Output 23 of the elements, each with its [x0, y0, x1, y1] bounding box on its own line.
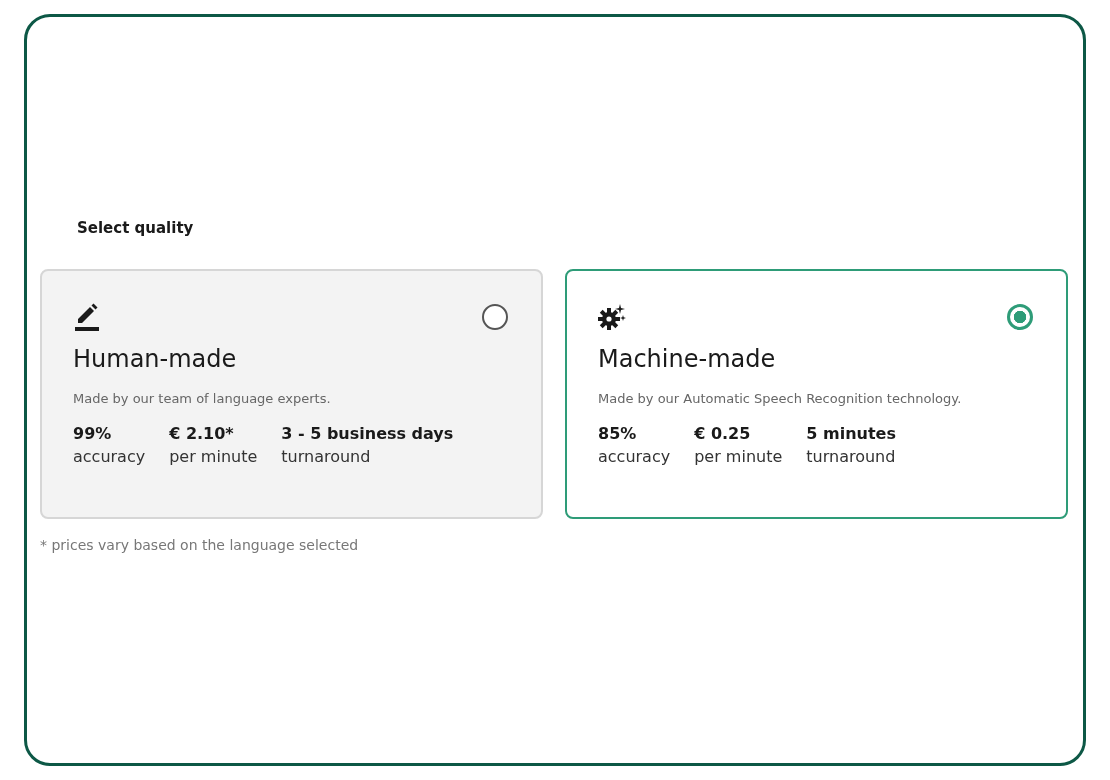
stat-value: 85% [598, 424, 638, 443]
option-description: Made by our team of language experts. [73, 391, 332, 406]
stat-label: turnaround [806, 447, 896, 466]
option-title: Machine-made [598, 345, 777, 373]
option-description: Made by our Automatic Speech Recognition technology. [598, 391, 963, 406]
section-heading: Select quality [77, 219, 195, 237]
stat-label: per minute [694, 447, 783, 466]
stat-label: accuracy [598, 447, 671, 466]
stat-value: 5 minutes [806, 424, 896, 443]
radio-button[interactable] [482, 304, 508, 330]
pencil-icon [73, 303, 101, 333]
stat-value: 3 - 5 business days [281, 424, 454, 443]
option-card[interactable]: Machine-made Made by our Automatic Speech Recognition technology. 85% accuracy € 0.25 per minute 5 minutes turnaround [565, 269, 1068, 519]
radio-button[interactable] [1007, 304, 1033, 330]
option-card[interactable]: Human-made Made by our team of language experts. 99% accuracy € 2.10* per minute 3 - 5 business days turnaround [40, 269, 543, 519]
footnote: * prices vary based on the language selected [40, 537, 360, 553]
stat-value: € 2.10* [169, 424, 235, 443]
stat-value: € 0.25 [694, 424, 752, 443]
stat-label: turnaround [281, 447, 372, 466]
option-title: Human-made [73, 345, 238, 373]
stat-label: accuracy [73, 447, 146, 466]
stat-label: per minute [169, 447, 258, 466]
stat-value: 99% [73, 424, 113, 443]
